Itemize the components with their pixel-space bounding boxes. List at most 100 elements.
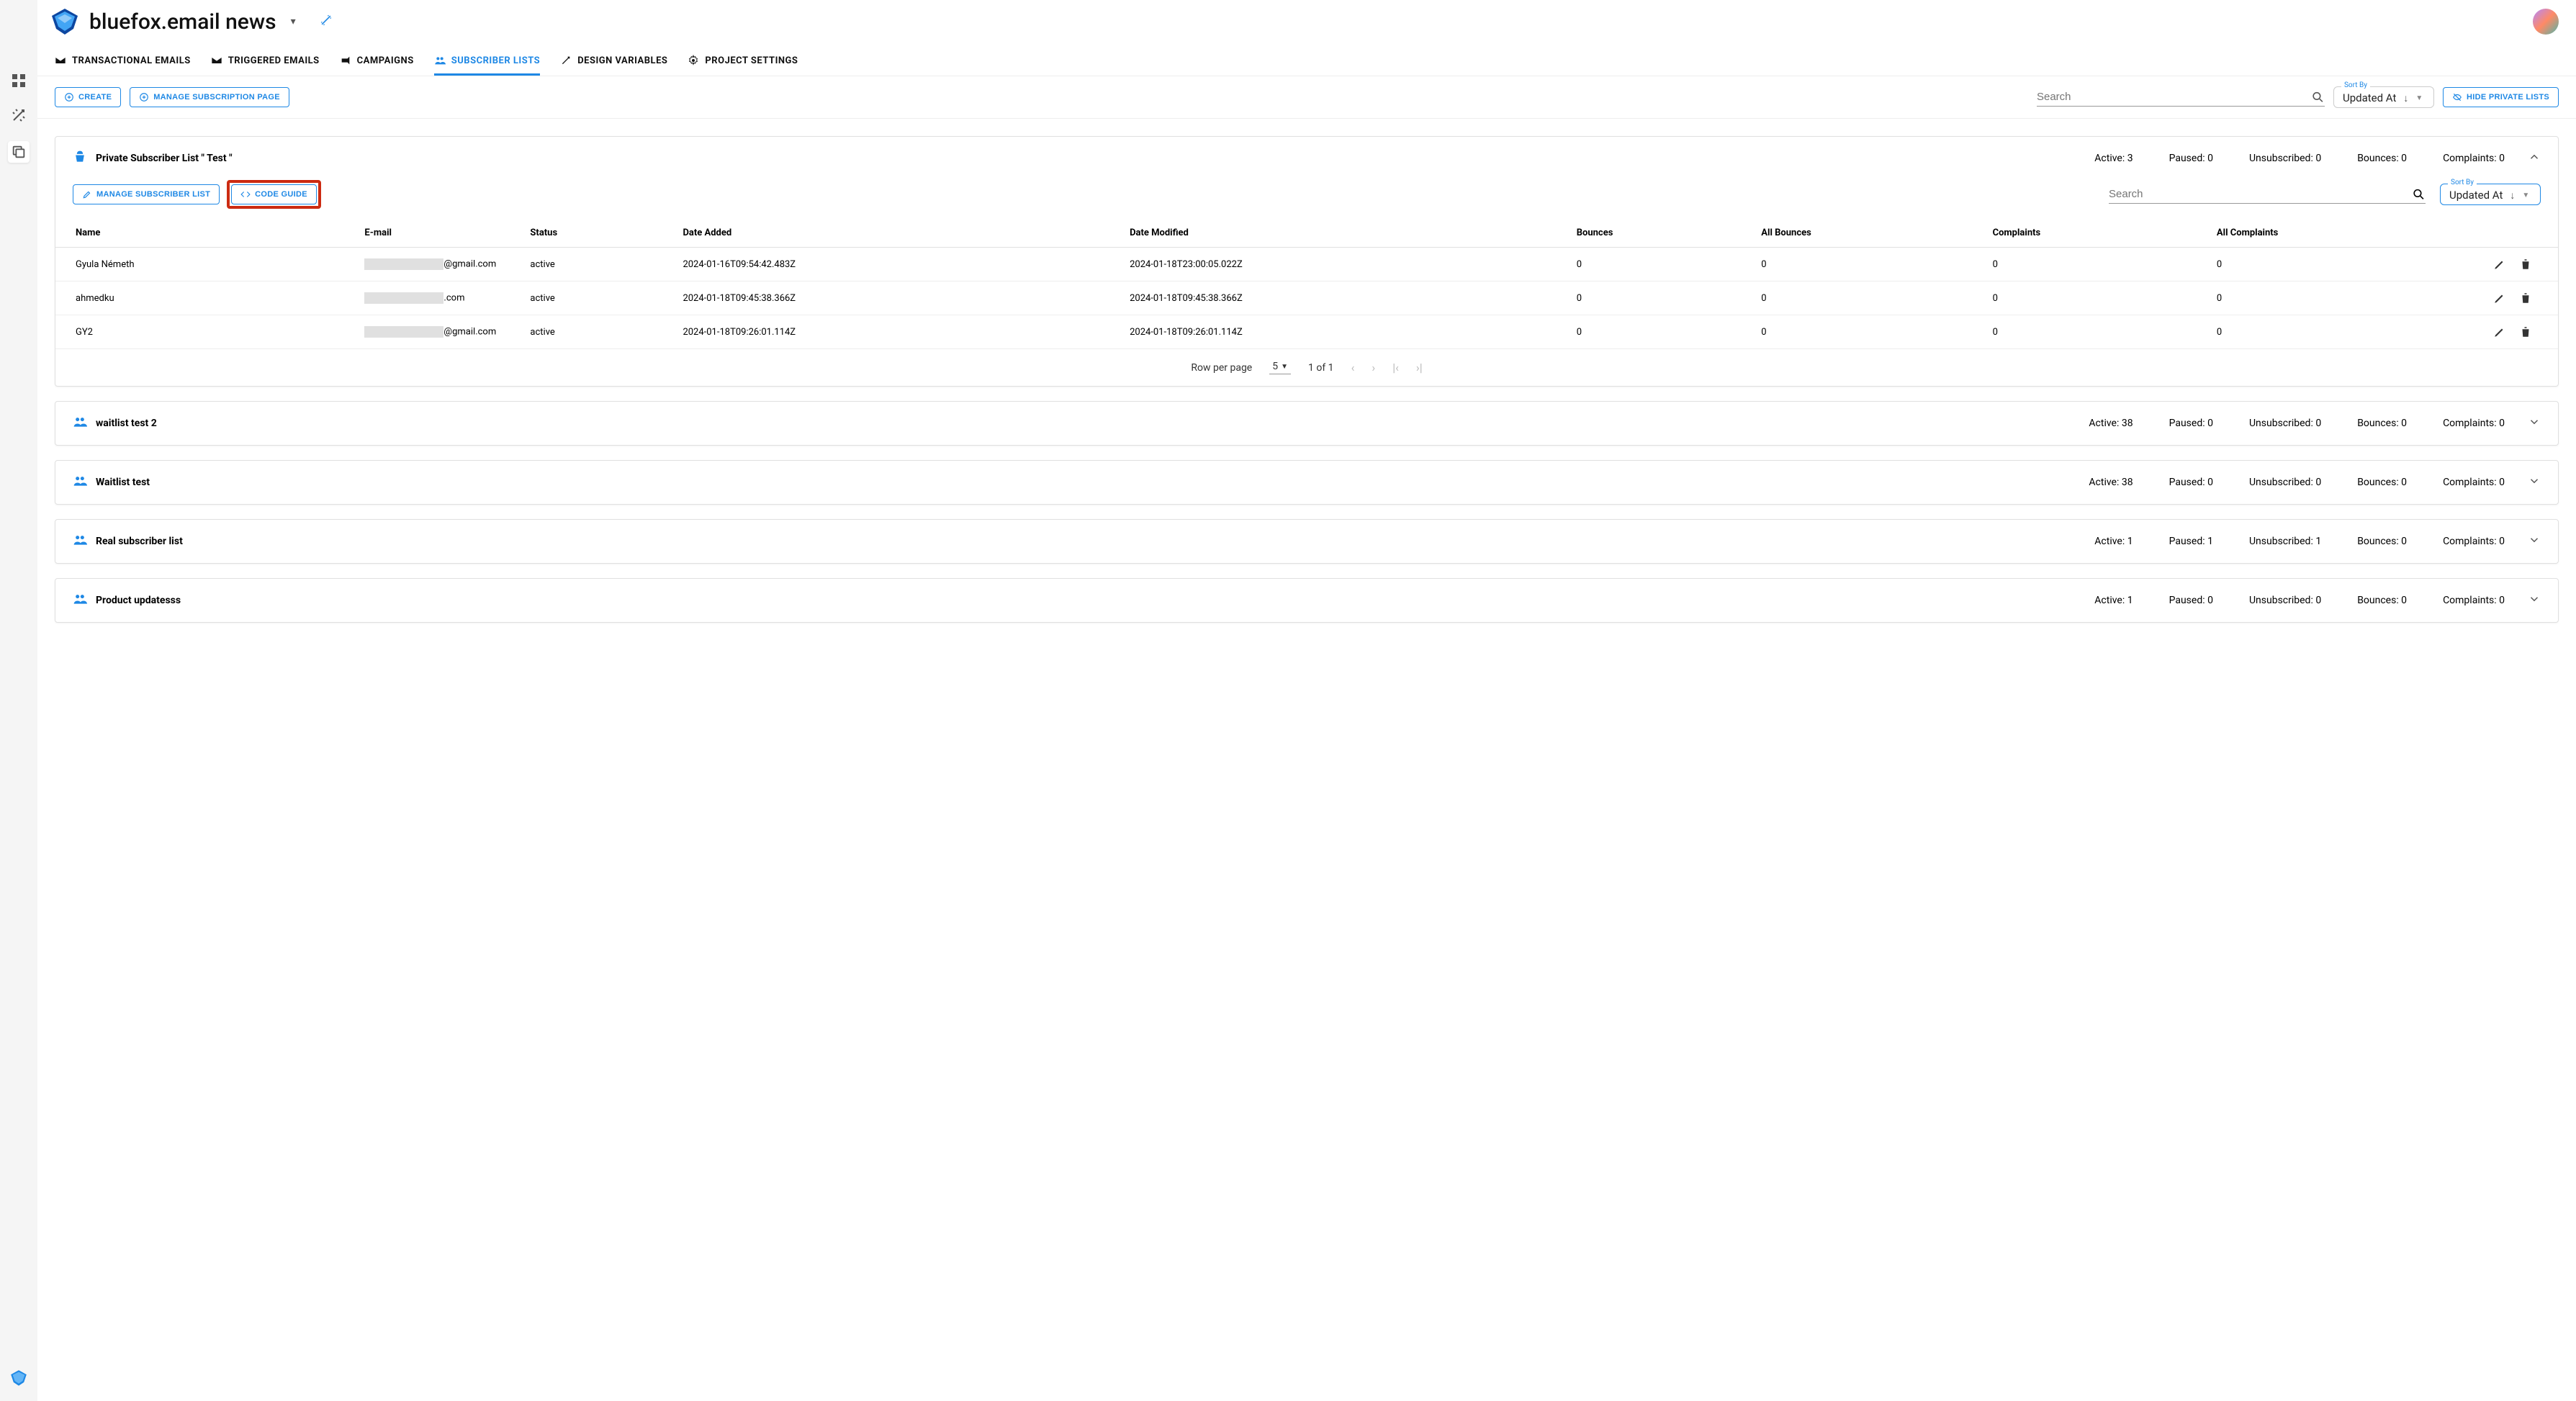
manage-subscriber-list-button[interactable]: MANAGE SUBSCRIBER LIST [73,184,220,204]
first-page-icon[interactable]: |‹ [1392,361,1399,374]
cell-modified: 2024-01-18T23:00:05.022Z [1121,248,1568,281]
code-guide-button[interactable]: CODE GUIDE [231,184,317,204]
expand-icon[interactable] [2528,474,2541,490]
col-name: Name [55,219,356,248]
tab-triggered[interactable]: TRIGGERED EMAILS [211,55,320,76]
cell-status: active [521,248,674,281]
col-status: Status [521,219,674,248]
chevron-down-icon[interactable]: ▼ [2522,192,2529,199]
next-page-icon[interactable]: › [1372,361,1375,374]
subscriber-list-card-collapsed[interactable]: Real subscriber list Active: 1Paused: 1U… [55,519,2559,564]
cell-name: Gyula Németh [55,248,356,281]
cell-name: ahmedku [55,281,356,315]
hide-private-lists-button[interactable]: HIDE PRIVATE LISTS [2443,87,2559,107]
list-title: Real subscriber list [96,536,183,547]
cell-status: active [521,281,674,315]
list-title: Product updatesss [96,595,181,606]
cell-bounces: 0 [1568,281,1753,315]
fox-logo-icon [50,7,79,36]
list-icon [73,415,87,432]
copy-sidebar-icon[interactable] [8,141,30,163]
sort-direction-icon[interactable]: ↓ [2510,189,2515,202]
expand-icon[interactable] [2528,533,2541,549]
tab-transactional[interactable]: TRANSACTIONAL EMAILS [55,55,191,76]
global-sort-select[interactable]: Sort By Updated At ↓ ▼ [2333,86,2434,108]
cell-email: .com [356,281,521,315]
wand-icon[interactable] [319,13,333,30]
subscriber-list-card-collapsed[interactable]: Product updatesss Active: 1Paused: 0Unsu… [55,578,2559,623]
cell-complaints: 0 [1984,248,2208,281]
private-list-icon [73,150,87,167]
cell-all-complaints: 0 [2208,248,2479,281]
search-icon [2412,187,2426,202]
expand-icon[interactable] [2528,415,2541,431]
delete-icon[interactable] [2519,258,2532,271]
code-guide-highlight: CODE GUIDE [227,180,321,209]
col-added: Date Added [674,219,1121,248]
list-icon [73,474,87,491]
col-modified: Date Modified [1121,219,1568,248]
chevron-down-icon[interactable]: ▼ [2415,94,2423,102]
wand-sidebar-icon[interactable] [10,107,27,124]
cell-bounces: 0 [1568,248,1753,281]
delete-icon[interactable] [2519,325,2532,338]
dashboard-icon[interactable] [10,72,27,89]
col-all-bounces: All Bounces [1752,219,1983,248]
col-email: E-mail [356,219,521,248]
col-bounces: Bounces [1568,219,1753,248]
subscriber-list-card-expanded: Private Subscriber List " Test " Active:… [55,136,2559,387]
list-stats: Active: 1Paused: 1Unsubscribed: 1Bounces… [2094,536,2505,547]
cell-modified: 2024-01-18T09:45:38.366Z [1121,281,1568,315]
list-toolbar: CREATE MANAGE SUBSCRIPTION PAGE Sort By … [37,76,2576,119]
create-button[interactable]: CREATE [55,87,121,107]
fox-small-icon[interactable] [10,1369,27,1387]
prev-page-icon[interactable]: ‹ [1351,361,1355,374]
list-search-input[interactable] [2109,188,2412,200]
table-row: Gyula Németh @gmail.com active 2024-01-1… [55,248,2558,281]
list-title: Private Subscriber List " Test " [96,153,233,164]
user-avatar[interactable] [2533,9,2559,35]
manage-subscription-page-button[interactable]: MANAGE SUBSCRIPTION PAGE [130,87,289,107]
cell-all-complaints: 0 [2208,315,2479,349]
nav-tabs: TRANSACTIONAL EMAILS TRIGGERED EMAILS CA… [37,36,2576,76]
collapse-icon[interactable] [2528,150,2541,166]
list-stats: Active: 38Paused: 0Unsubscribed: 0Bounce… [2089,477,2505,488]
sort-direction-icon[interactable]: ↓ [2403,92,2408,104]
list-stats: Active: 3 Paused: 0 Unsubscribed: 0 Boun… [2094,153,2505,164]
expand-icon[interactable] [2528,593,2541,608]
cell-status: active [521,315,674,349]
left-sidebar [0,0,37,1401]
edit-icon[interactable] [2493,292,2506,305]
subscriber-list-card-collapsed[interactable]: waitlist test 2 Active: 38Paused: 0Unsub… [55,401,2559,446]
cell-email: @gmail.com [356,248,521,281]
tab-subscriber-lists[interactable]: SUBSCRIBER LISTS [434,55,540,76]
cell-all-bounces: 0 [1752,248,1983,281]
cell-modified: 2024-01-18T09:26:01.114Z [1121,315,1568,349]
topbar: bluefox.email news ▾ [37,0,2576,36]
rows-per-page-select[interactable]: 5 ▼ [1269,361,1291,374]
list-search[interactable] [2109,186,2426,204]
cell-all-complaints: 0 [2208,281,2479,315]
last-page-icon[interactable]: ›| [1416,361,1423,374]
project-dropdown-caret[interactable]: ▾ [291,16,296,27]
delete-icon[interactable] [2519,292,2532,305]
list-sort-select[interactable]: Sort By Updated At ↓ ▼ [2440,184,2541,205]
list-icon [73,533,87,550]
subscribers-table: Name E-mail Status Date Added Date Modif… [55,219,2558,349]
project-title[interactable]: bluefox.email news [89,9,276,35]
subscriber-list-card-collapsed[interactable]: Waitlist test Active: 38Paused: 0Unsubsc… [55,460,2559,505]
global-search-input[interactable] [2037,91,2311,103]
table-row: ahmedku .com active 2024-01-18T09:45:38.… [55,281,2558,315]
cell-complaints: 0 [1984,281,2208,315]
table-row: GY2 @gmail.com active 2024-01-18T09:26:0… [55,315,2558,349]
cell-all-bounces: 0 [1752,281,1983,315]
tab-project-settings[interactable]: PROJECT SETTINGS [688,55,798,76]
tab-design-vars[interactable]: DESIGN VARIABLES [560,55,667,76]
tab-campaigns[interactable]: CAMPAIGNS [340,55,414,76]
list-icon [73,592,87,609]
global-search[interactable] [2037,89,2325,107]
cell-email: @gmail.com [356,315,521,349]
edit-icon[interactable] [2493,325,2506,338]
edit-icon[interactable] [2493,258,2506,271]
pagination: Row per page 5 ▼ 1 of 1 ‹ › |‹ ›| [55,349,2558,386]
